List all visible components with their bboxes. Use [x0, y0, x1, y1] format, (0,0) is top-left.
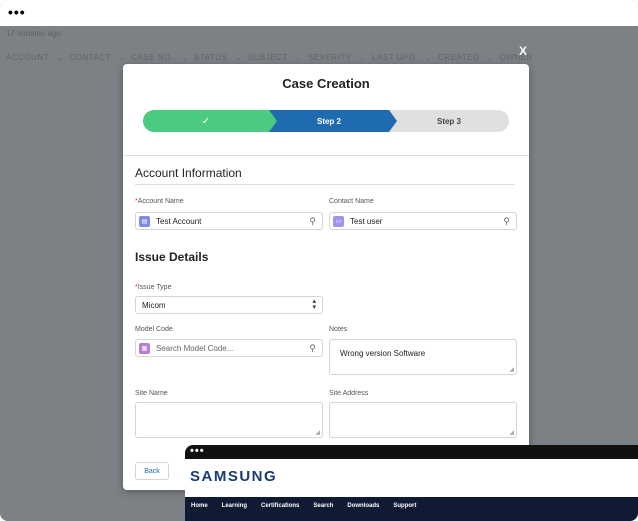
search-icon[interactable]: ⚲ — [503, 216, 510, 227]
contact-name-label: Contact Name — [329, 198, 374, 205]
model-code-label: Model Code — [135, 326, 173, 333]
resize-handle-icon[interactable]: ◢ — [509, 429, 514, 436]
issue-type-select[interactable]: Micom ▴ ▾ — [135, 296, 323, 314]
nav-learning[interactable]: Learning — [222, 503, 247, 515]
site-name-textarea[interactable]: ◢ — [135, 402, 323, 438]
resize-handle-icon[interactable]: ◢ — [315, 429, 320, 436]
samsung-logo[interactable]: SAMSUNG — [190, 468, 277, 485]
resize-handle-icon[interactable]: ◢ — [509, 366, 514, 373]
browser-window: ••• 17 minutes ago ACCOUNT ⌄ CONTACT ⌄ CAS… — [0, 0, 638, 521]
site-name-label: Site Name — [135, 390, 168, 397]
step-label: Step 3 — [436, 116, 461, 126]
issue-type-label: *Issue Type — [135, 284, 172, 291]
modal-header: Case Creation ✓ Step 2 Step 3 — [123, 64, 529, 156]
window-controls-icon[interactable]: ••• — [8, 5, 26, 19]
step-label: Step 2 — [316, 116, 341, 126]
search-icon[interactable]: ⚲ — [309, 343, 316, 354]
contact-icon: ▭ — [333, 215, 344, 227]
contact-name-value: Test user — [350, 216, 383, 226]
model-code-placeholder: Search Model Code... — [156, 343, 234, 353]
site-address-textarea[interactable]: ◢ — [329, 402, 517, 438]
window-controls-icon[interactable]: ••• — [190, 446, 205, 457]
account-name-lookup[interactable]: ▤ Test Account ⚲ — [135, 212, 323, 230]
step-divider — [389, 110, 397, 132]
notes-textarea[interactable]: Wrong version Software ◢ — [329, 339, 517, 375]
background-subtext: 17 minutes ago — [6, 29, 61, 38]
modal-title: Case Creation — [282, 76, 370, 91]
section-title: Account Information — [135, 166, 242, 180]
notes-label: Notes — [329, 326, 348, 333]
nav-downloads[interactable]: Downloads — [347, 503, 379, 515]
case-creation-modal: Case Creation ✓ Step 2 Step 3 Account In… — [123, 64, 529, 490]
select-arrows-icon: ▴ ▾ — [312, 298, 316, 311]
account-name-label: *Account Name — [135, 198, 184, 205]
modal-body: Account Information *Account Name ▤ Test… — [123, 156, 529, 490]
progress-path: ✓ Step 2 Step 3 — [143, 110, 509, 132]
back-button[interactable]: Back — [135, 462, 169, 480]
nav-support[interactable]: Support — [393, 503, 416, 515]
step-2-active[interactable]: Step 2 — [269, 110, 389, 132]
window-title-bar: ••• — [0, 0, 638, 26]
section-divider — [135, 184, 515, 185]
check-icon: ✓ — [201, 115, 211, 127]
site-address-label: Site Address — [329, 390, 369, 397]
nav-home[interactable]: Home — [191, 503, 208, 515]
account-icon: ▤ — [139, 215, 150, 227]
product-icon: ▦ — [139, 342, 150, 354]
nav-certifications[interactable]: Certifications — [261, 503, 299, 515]
nav-search[interactable]: Search — [313, 503, 333, 515]
samsung-portal-window: ••• SAMSUNG Home Learning Certifications… — [185, 445, 638, 521]
search-icon[interactable]: ⚲ — [309, 216, 316, 227]
model-code-search[interactable]: ▦ Search Model Code... ⚲ — [135, 339, 323, 357]
section-title: Issue Details — [135, 250, 209, 264]
samsung-nav-bar: Home Learning Certifications Search Down… — [185, 497, 638, 521]
column-header[interactable]: ACCOUNT ⌄ — [0, 48, 63, 68]
issue-type-value: Micom — [142, 300, 166, 310]
step-divider — [269, 110, 277, 132]
close-modal-button[interactable]: X — [519, 44, 527, 58]
samsung-title-bar: ••• — [185, 445, 638, 459]
column-header[interactable]: CONTACT ⌄ — [63, 48, 125, 68]
step-1-complete[interactable]: ✓ — [143, 110, 269, 132]
notes-value: Wrong version Software — [340, 349, 426, 358]
account-name-value: Test Account — [156, 216, 202, 226]
contact-name-lookup[interactable]: ▭ Test user ⚲ — [329, 212, 517, 230]
step-3-upcoming[interactable]: Step 3 — [389, 110, 509, 132]
